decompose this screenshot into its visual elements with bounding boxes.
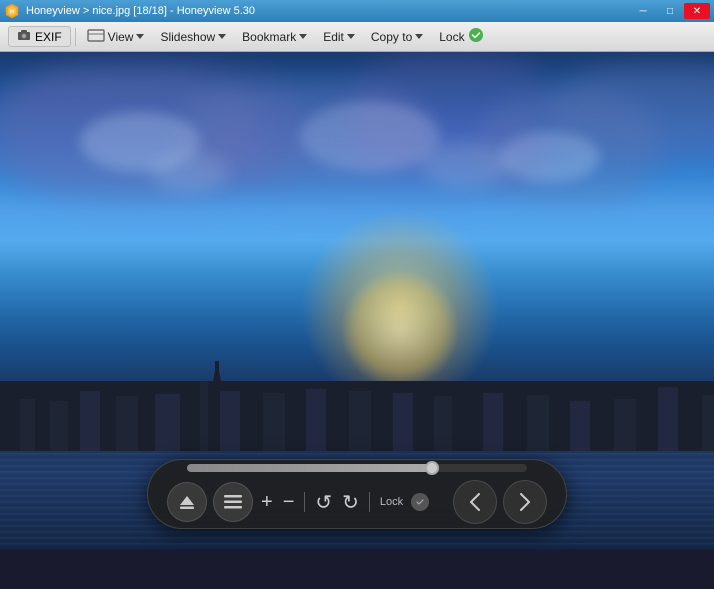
eject-button[interactable] <box>167 482 207 522</box>
image-viewer[interactable]: + − ↺ ↻ Lock <box>0 52 714 549</box>
ctrl-sep-1 <box>304 492 305 512</box>
prev-button[interactable] <box>453 480 497 524</box>
ctrl-sep-2 <box>369 492 370 512</box>
bookmark-label: Bookmark <box>242 30 296 44</box>
city-skyline <box>0 351 714 451</box>
slideshow-label: Slideshow <box>160 30 215 44</box>
view-label: View <box>108 30 134 44</box>
exif-label: EXIF <box>35 30 62 44</box>
zoom-in-button[interactable]: + <box>259 491 275 514</box>
lock-check-button[interactable] <box>411 493 429 511</box>
title-bar-left: H Honeyview > nice.jpg [18/18] - Honeyvi… <box>4 3 255 19</box>
copyto-label: Copy to <box>371 30 412 44</box>
title-text: Honeyview > nice.jpg [18/18] - Honeyview… <box>26 5 255 17</box>
position-slider[interactable] <box>187 464 527 472</box>
copyto-menu[interactable]: Copy to <box>364 27 430 47</box>
controls-row: + − ↺ ↻ Lock <box>167 480 547 524</box>
lock-label: Lock <box>439 30 464 44</box>
toolbar-sep-1 <box>75 28 76 46</box>
slider-fill <box>187 464 432 472</box>
edit-chevron-icon <box>347 34 355 39</box>
next-button[interactable] <box>503 480 547 524</box>
toolbar: EXIF View Slideshow Bookmark Edit Copy t… <box>0 22 714 52</box>
rotate-right-button[interactable]: ↻ <box>340 490 361 515</box>
view-icon <box>87 29 105 45</box>
copyto-chevron-icon <box>415 34 423 39</box>
close-button[interactable]: ✕ <box>684 3 710 19</box>
exif-button[interactable]: EXIF <box>8 26 71 47</box>
app-logo-icon: H <box>4 3 20 19</box>
camera-icon <box>17 29 31 44</box>
title-bar: H Honeyview > nice.jpg [18/18] - Honeyvi… <box>0 0 714 22</box>
rotate-left-button[interactable]: ↺ <box>313 490 334 515</box>
control-bar: + − ↺ ↻ Lock <box>147 459 567 529</box>
minimize-button[interactable]: ─ <box>630 3 656 19</box>
view-chevron-icon <box>136 34 144 39</box>
edit-label: Edit <box>323 30 344 44</box>
slideshow-menu[interactable]: Slideshow <box>153 27 233 47</box>
bookmark-menu[interactable]: Bookmark <box>235 27 314 47</box>
lock-menu[interactable]: Lock <box>432 24 490 49</box>
view-menu[interactable]: View <box>80 26 152 48</box>
maximize-button[interactable]: □ <box>657 3 683 19</box>
lock-check-icon <box>468 27 484 46</box>
edit-menu[interactable]: Edit <box>316 27 362 47</box>
bookmark-chevron-icon <box>299 34 307 39</box>
title-bar-controls: ─ □ ✕ <box>630 3 710 19</box>
zoom-out-button[interactable]: − <box>281 491 297 514</box>
svg-text:H: H <box>10 10 14 16</box>
slider-thumb <box>425 461 439 475</box>
slideshow-chevron-icon <box>218 34 226 39</box>
lock-label: Lock <box>378 496 405 508</box>
menu-button[interactable] <box>213 482 253 522</box>
